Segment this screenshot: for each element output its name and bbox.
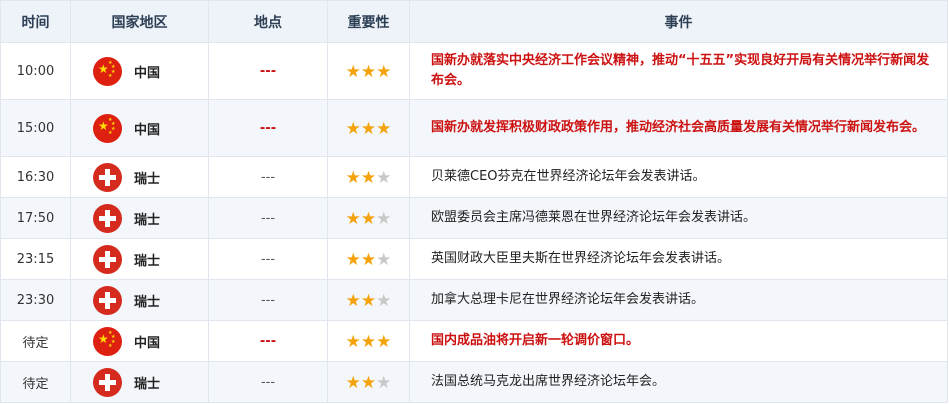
event-location: --- [208, 361, 328, 403]
country-name: 瑞士 [134, 376, 161, 392]
event-time: 23:30 [0, 279, 71, 321]
table-header-row: 时间 国家地区 地点 重要性 事件 [0, 0, 948, 43]
star-filled-icon: ★ [360, 331, 377, 352]
country-name: 中国 [134, 335, 161, 351]
event-location: --- [208, 320, 328, 362]
event-location: --- [208, 99, 328, 157]
column-header-location: 地点 [208, 0, 328, 43]
country-name: 中国 [134, 65, 161, 81]
event-description[interactable]: 国内成品油将开启新一轮调价窗口。 [409, 320, 948, 362]
event-calendar-table: 时间 国家地区 地点 重要性 事件 10:00 ★ ★ ★ ★ ★ 中国 --- ★★★ 国新办就… [0, 0, 948, 403]
star-filled-icon: ★ [376, 61, 392, 82]
event-description[interactable]: 国新办就发挥积极财政政策作用，推动经济社会高质量发展有关情况举行新闻发布会。 [409, 99, 948, 157]
star-empty-icon: ★ [376, 167, 392, 188]
star-filled-icon: ★ [345, 167, 361, 188]
event-description[interactable]: 法国总统马克龙出席世界经济论坛年会。 [409, 361, 948, 403]
star-filled-icon: ★ [360, 118, 377, 139]
country-name: 瑞士 [134, 253, 161, 269]
table-row[interactable]: 15:00 ★ ★ ★ ★ ★ 中国 --- ★★★ 国新办就发挥积极财政政策作用，推动经济社会高… [0, 99, 948, 157]
switzerland-flag-icon [93, 285, 122, 315]
table-row[interactable]: 16:30 瑞士 --- ★★★ 贝莱德CEO芬克在世界经济论坛年会发表讲话。 [0, 156, 948, 198]
event-time: 待定 [0, 361, 71, 403]
event-time: 15:00 [0, 99, 71, 157]
column-header-country: 国家地区 [70, 0, 209, 43]
star-filled-icon: ★ [345, 208, 361, 229]
table-row[interactable]: 待定 ★ ★ ★ ★ ★ 中国 --- ★★★ 国内成品油将开启新一轮调价窗口。 [0, 320, 948, 362]
event-country: ★ ★ ★ ★ ★ 中国 [70, 320, 209, 362]
event-country: ★ ★ ★ ★ ★ 中国 [70, 99, 209, 157]
importance-rating: ★★★ [327, 238, 410, 280]
star-empty-icon: ★ [376, 372, 392, 393]
table-row[interactable]: 23:30 瑞士 --- ★★★ 加拿大总理卡尼在世界经济论坛年会发表讲话。 [0, 279, 948, 321]
column-header-importance: 重要性 [327, 0, 410, 43]
switzerland-flag-icon [93, 162, 122, 192]
event-location: --- [208, 279, 328, 321]
column-header-time: 时间 [0, 0, 71, 43]
star-filled-icon: ★ [345, 290, 361, 311]
star-filled-icon: ★ [360, 290, 377, 311]
country-name: 瑞士 [134, 212, 161, 228]
event-time: 16:30 [0, 156, 71, 198]
importance-rating: ★★★ [327, 42, 410, 100]
star-empty-icon: ★ [376, 290, 392, 311]
star-empty-icon: ★ [376, 249, 392, 270]
importance-rating: ★★★ [327, 197, 410, 239]
star-filled-icon: ★ [345, 118, 361, 139]
star-empty-icon: ★ [376, 208, 392, 229]
event-country: 瑞士 [70, 279, 209, 321]
event-country: 瑞士 [70, 156, 209, 198]
switzerland-flag-icon [93, 367, 122, 397]
table-row[interactable]: 23:15 瑞士 --- ★★★ 英国财政大臣里夫斯在世界经济论坛年会发表讲话。 [0, 238, 948, 280]
china-flag-icon: ★ ★ ★ ★ ★ [93, 113, 122, 143]
country-name: 瑞士 [134, 294, 161, 310]
event-description[interactable]: 国新办就落实中央经济工作会议精神，推动“十五五”实现良好开局有关情况举行新闻发布… [409, 42, 948, 100]
event-location: --- [208, 156, 328, 198]
event-time: 17:50 [0, 197, 71, 239]
switzerland-flag-icon [93, 244, 122, 274]
star-filled-icon: ★ [360, 372, 377, 393]
star-filled-icon: ★ [345, 372, 361, 393]
table-row[interactable]: 待定 瑞士 --- ★★★ 法国总统马克龙出席世界经济论坛年会。 [0, 361, 948, 403]
country-name: 瑞士 [134, 171, 161, 187]
importance-rating: ★★★ [327, 156, 410, 198]
event-country: 瑞士 [70, 197, 209, 239]
star-filled-icon: ★ [360, 208, 377, 229]
event-time: 10:00 [0, 42, 71, 100]
star-filled-icon: ★ [345, 331, 361, 352]
importance-rating: ★★★ [327, 361, 410, 403]
event-country: ★ ★ ★ ★ ★ 中国 [70, 42, 209, 100]
table-row[interactable]: 10:00 ★ ★ ★ ★ ★ 中国 --- ★★★ 国新办就落实中央经济工作会议精神，推动“十五… [0, 42, 948, 100]
event-description[interactable]: 英国财政大臣里夫斯在世界经济论坛年会发表讲话。 [409, 238, 948, 280]
importance-rating: ★★★ [327, 99, 410, 157]
country-name: 中国 [134, 122, 161, 138]
event-time: 23:15 [0, 238, 71, 280]
star-filled-icon: ★ [345, 61, 361, 82]
event-location: --- [208, 42, 328, 100]
event-country: 瑞士 [70, 238, 209, 280]
event-location: --- [208, 197, 328, 239]
column-header-event: 事件 [409, 0, 948, 43]
event-description[interactable]: 贝莱德CEO芬克在世界经济论坛年会发表讲话。 [409, 156, 948, 198]
china-flag-icon: ★ ★ ★ ★ ★ [93, 326, 122, 356]
importance-rating: ★★★ [327, 320, 410, 362]
star-filled-icon: ★ [360, 61, 377, 82]
event-location: --- [208, 238, 328, 280]
star-filled-icon: ★ [360, 167, 377, 188]
table-row[interactable]: 17:50 瑞士 --- ★★★ 欧盟委员会主席冯德莱恩在世界经济论坛年会发表讲话。 [0, 197, 948, 239]
star-filled-icon: ★ [345, 249, 361, 270]
importance-rating: ★★★ [327, 279, 410, 321]
event-country: 瑞士 [70, 361, 209, 403]
switzerland-flag-icon [93, 203, 122, 233]
event-description[interactable]: 欧盟委员会主席冯德莱恩在世界经济论坛年会发表讲话。 [409, 197, 948, 239]
china-flag-icon: ★ ★ ★ ★ ★ [93, 56, 122, 86]
star-filled-icon: ★ [360, 249, 377, 270]
star-filled-icon: ★ [376, 118, 392, 139]
event-time: 待定 [0, 320, 71, 362]
event-description[interactable]: 加拿大总理卡尼在世界经济论坛年会发表讲话。 [409, 279, 948, 321]
star-filled-icon: ★ [376, 331, 392, 352]
